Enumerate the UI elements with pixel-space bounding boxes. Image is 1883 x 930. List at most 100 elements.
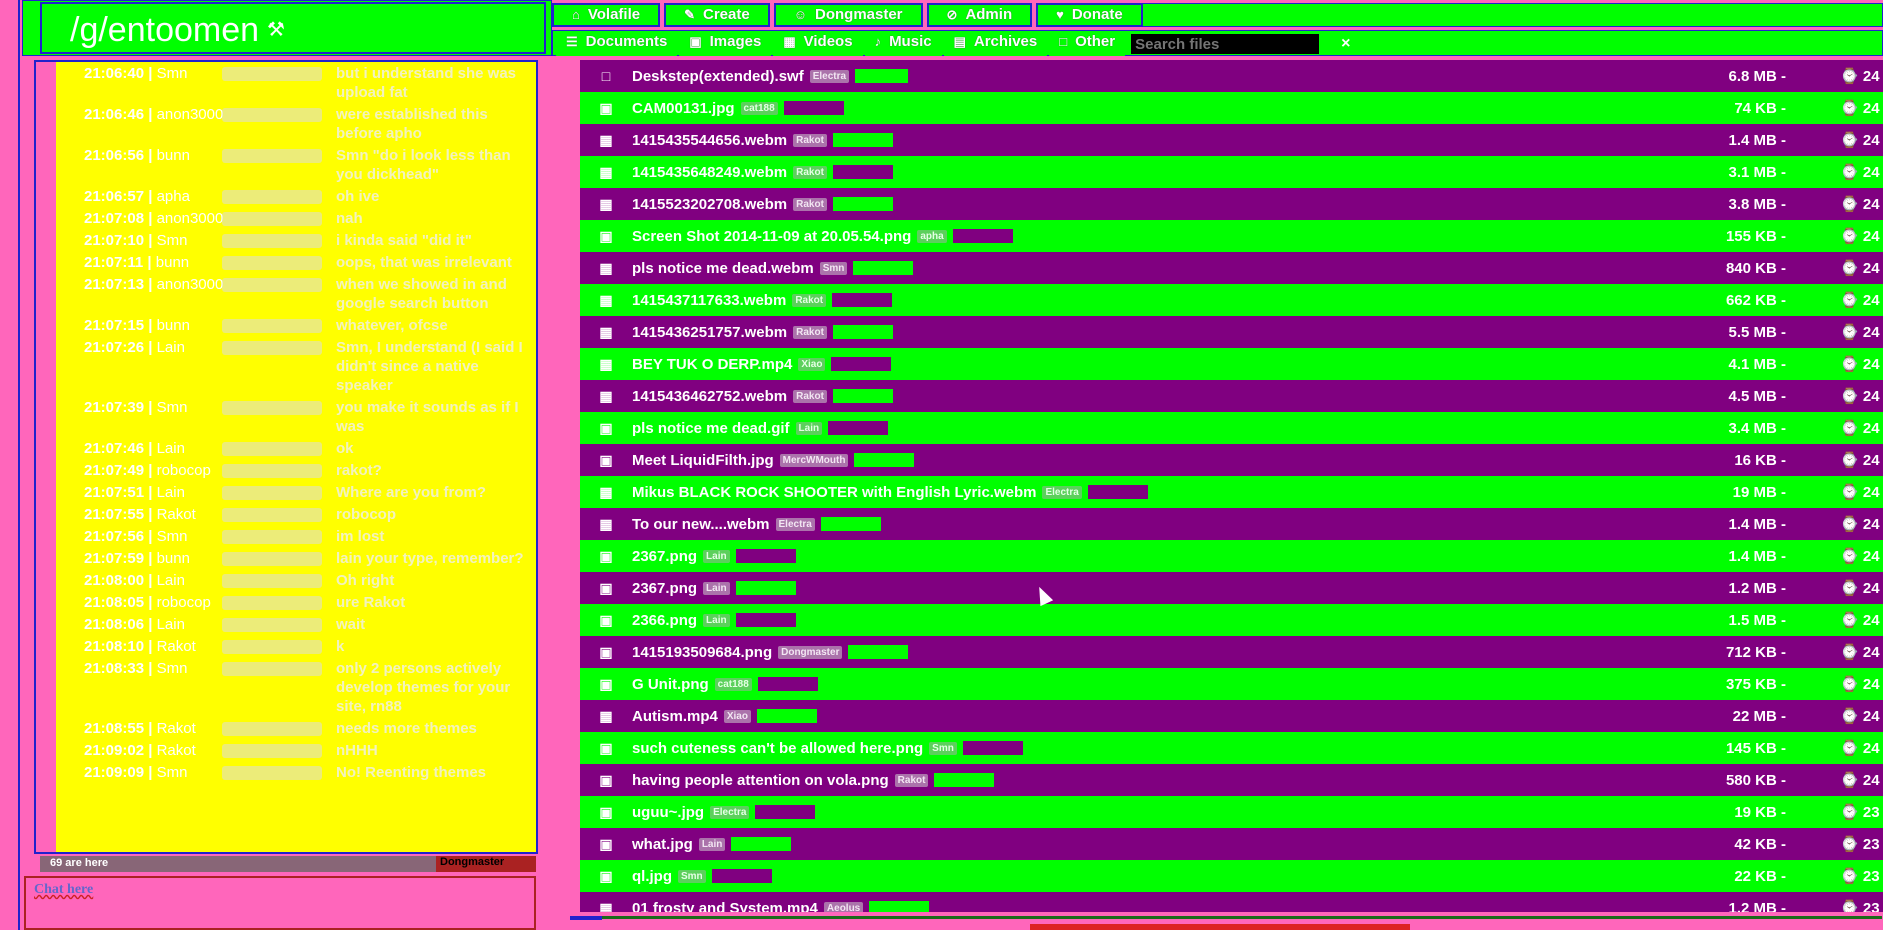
message-user[interactable]: Smn bbox=[157, 660, 188, 677]
uploader-tag[interactable]: Rakot bbox=[793, 133, 827, 147]
file-row[interactable]: ▣ Screen Shot 2014-11-09 at 20.05.54.png a… bbox=[580, 220, 1883, 252]
message-user[interactable]: Rakot bbox=[157, 638, 196, 655]
file-name[interactable]: 1415435648249.webm bbox=[632, 164, 787, 181]
chat-input[interactable]: Chat here bbox=[24, 876, 536, 930]
file-row[interactable]: ▦ 1415523202708.webm Rakot 3.8 MB - ⌚ 24 h bbox=[580, 188, 1883, 220]
uploader-tag[interactable]: Dongmaster bbox=[778, 645, 843, 659]
file-row[interactable]: ▣ having people attention on vola.png Rako… bbox=[580, 764, 1883, 796]
file-row[interactable]: ▦ 1415436462752.webm Rakot 4.5 MB - ⌚ 24 h bbox=[580, 380, 1883, 412]
uploader-tag[interactable]: Rakot bbox=[793, 325, 827, 339]
clear-search-icon[interactable]: × bbox=[1341, 35, 1350, 53]
file-row[interactable]: ▦ To our new....webm Electra 1.4 MB - ⌚ 24 h bbox=[580, 508, 1883, 540]
file-name[interactable]: 1415523202708.webm bbox=[632, 196, 787, 213]
message-user[interactable]: Rakot bbox=[157, 506, 196, 523]
uploader-tag[interactable]: Rakot bbox=[793, 165, 827, 179]
message-user[interactable]: Smn bbox=[157, 65, 188, 82]
file-name[interactable]: G Unit.png bbox=[632, 676, 709, 693]
filter-archives-button[interactable]: ▤ Archives bbox=[943, 32, 1048, 56]
file-name[interactable]: Meet LiquidFilth.jpg bbox=[632, 452, 774, 469]
file-name[interactable]: 1415436251757.webm bbox=[632, 324, 787, 341]
nav-donate-button[interactable]: ♥ Donate bbox=[1036, 3, 1143, 27]
nav-volafile-button[interactable]: ⌂ Volafile bbox=[552, 3, 661, 27]
file-name[interactable]: what.jpg bbox=[632, 836, 693, 853]
file-row[interactable]: ▣ G Unit.png cat188 375 KB - ⌚ 24 h bbox=[580, 668, 1883, 700]
message-user[interactable]: Lain bbox=[157, 339, 185, 356]
message-user[interactable]: Smn bbox=[157, 399, 188, 416]
uploader-tag[interactable]: Rakot bbox=[793, 197, 827, 211]
file-row[interactable]: ▣ CAM00131.jpg cat188 74 KB - ⌚ 24 h bbox=[580, 92, 1883, 124]
message-user[interactable]: Rakot bbox=[157, 720, 196, 737]
message-user[interactable]: robocop bbox=[157, 462, 211, 479]
file-name[interactable]: 2367.png bbox=[632, 580, 697, 597]
filter-documents-button[interactable]: ☰ Documents bbox=[556, 32, 678, 56]
message-user[interactable]: bunn bbox=[157, 550, 190, 567]
uploader-tag[interactable]: Electra bbox=[710, 805, 750, 819]
message-user[interactable]: Lain bbox=[157, 572, 185, 589]
uploader-tag[interactable]: Xiao bbox=[798, 357, 826, 371]
file-name[interactable]: 2367.png bbox=[632, 548, 697, 565]
file-name[interactable]: pls notice me dead.webm bbox=[632, 260, 814, 277]
uploader-tag[interactable]: Smn bbox=[819, 261, 848, 275]
file-name[interactable]: 1415437117633.webm bbox=[632, 292, 786, 309]
room-owner[interactable]: Dongmaster bbox=[436, 856, 536, 872]
uploader-tag[interactable]: Rakot bbox=[894, 773, 929, 787]
uploader-tag[interactable]: Electra bbox=[1042, 485, 1082, 499]
file-row[interactable]: ▦ 1415435544656.webm Rakot 1.4 MB - ⌚ 24 h bbox=[580, 124, 1883, 156]
message-user[interactable]: Lain bbox=[157, 440, 185, 457]
uploader-tag[interactable]: cat188 bbox=[740, 101, 778, 115]
message-user[interactable]: Smn bbox=[157, 528, 188, 545]
search-input[interactable] bbox=[1131, 34, 1320, 54]
message-user[interactable]: Rakot bbox=[157, 742, 196, 759]
file-row[interactable]: ▦ 1415435648249.webm Rakot 3.1 MB - ⌚ 24 h bbox=[580, 156, 1883, 188]
uploader-tag[interactable]: Rakot bbox=[793, 389, 827, 403]
file-row[interactable]: ▣ 2367.png Lain 1.4 MB - ⌚ 24 h bbox=[580, 540, 1883, 572]
file-row[interactable]: ▣ uguu~.jpg Electra 19 KB - ⌚ 23 h bbox=[580, 796, 1883, 828]
file-name[interactable]: CAM00131.jpg bbox=[632, 100, 735, 117]
file-row[interactable]: ▣ 1415193509684.png Dongmaster 712 KB - ⌚ 24… bbox=[580, 636, 1883, 668]
file-row[interactable]: ▣ 2367.png Lain 1.2 MB - ⌚ 24 h bbox=[580, 572, 1883, 604]
file-name[interactable]: 1415436462752.webm bbox=[632, 388, 787, 405]
room-title[interactable]: /g/entoomen ⚒ bbox=[40, 2, 546, 54]
message-user[interactable]: anon3000 bbox=[157, 106, 224, 123]
file-name[interactable]: ql.jpg bbox=[632, 868, 672, 885]
uploader-tag[interactable]: Lain bbox=[698, 837, 726, 851]
file-name[interactable]: BEY TUK O DERP.mp4 bbox=[632, 356, 792, 373]
file-row[interactable]: ▣ such cuteness can't be allowed here.png… bbox=[580, 732, 1883, 764]
message-user[interactable]: anon3000 bbox=[157, 276, 224, 293]
file-name[interactable]: pls notice me dead.gif bbox=[632, 420, 790, 437]
file-name[interactable]: 2366.png bbox=[632, 612, 697, 629]
uploader-tag[interactable]: Smn bbox=[929, 741, 957, 755]
file-row[interactable]: ▣ pls notice me dead.gif Lain 3.4 MB - ⌚ 24 … bbox=[580, 412, 1883, 444]
message-user[interactable]: bunn bbox=[157, 147, 190, 164]
message-user[interactable]: Lain bbox=[157, 616, 185, 633]
file-row[interactable]: ▣ ql.jpg Smn 22 KB - ⌚ 23 h bbox=[580, 860, 1883, 892]
uploader-tag[interactable]: Xiao bbox=[723, 709, 751, 723]
uploader-tag[interactable]: Lain bbox=[703, 613, 730, 627]
message-user[interactable]: Smn bbox=[157, 764, 188, 781]
uploader-tag[interactable]: Lain bbox=[703, 549, 730, 563]
file-row[interactable]: ▦ BEY TUK O DERP.mp4 Xiao 4.1 MB - ⌚ 24 h bbox=[580, 348, 1883, 380]
nav-admin-button[interactable]: ⊘ Admin bbox=[926, 3, 1033, 27]
filter-videos-button[interactable]: ▦ Videos bbox=[773, 32, 863, 56]
filter-images-button[interactable]: ▣ Images bbox=[679, 32, 772, 56]
file-name[interactable]: Mikus BLACK ROCK SHOOTER with English Ly… bbox=[632, 484, 1036, 501]
message-user[interactable]: Lain bbox=[157, 484, 185, 501]
file-name[interactable]: Deskstep(extended).swf bbox=[632, 68, 804, 85]
file-name[interactable]: To our new....webm bbox=[632, 516, 770, 533]
wrench-icon[interactable]: ⚒ bbox=[267, 19, 285, 41]
file-name[interactable]: 1415435544656.webm bbox=[632, 132, 787, 149]
uploader-tag[interactable]: Lain bbox=[795, 421, 823, 435]
file-row[interactable]: ▣ what.jpg Lain 42 KB - ⌚ 23 h bbox=[580, 828, 1883, 860]
nav-dongmaster-button[interactable]: ☺ Dongmaster bbox=[773, 3, 923, 27]
uploader-tag[interactable]: cat188 bbox=[714, 677, 752, 691]
file-name[interactable]: such cuteness can't be allowed here.png bbox=[632, 740, 923, 757]
filter-other-button[interactable]: □ Other bbox=[1049, 32, 1126, 56]
file-row[interactable]: ▦ 1415436251757.webm Rakot 5.5 MB - ⌚ 24 h bbox=[580, 316, 1883, 348]
uploader-tag[interactable]: Rakot bbox=[792, 293, 827, 307]
file-name[interactable]: Autism.mp4 bbox=[632, 708, 718, 725]
file-name[interactable]: 1415193509684.png bbox=[632, 644, 772, 661]
message-user[interactable]: Smn bbox=[157, 232, 188, 249]
filter-music-button[interactable]: ♪ Music bbox=[864, 32, 942, 56]
uploader-tag[interactable]: apha bbox=[917, 229, 947, 243]
message-user[interactable]: anon3000 bbox=[157, 210, 224, 227]
